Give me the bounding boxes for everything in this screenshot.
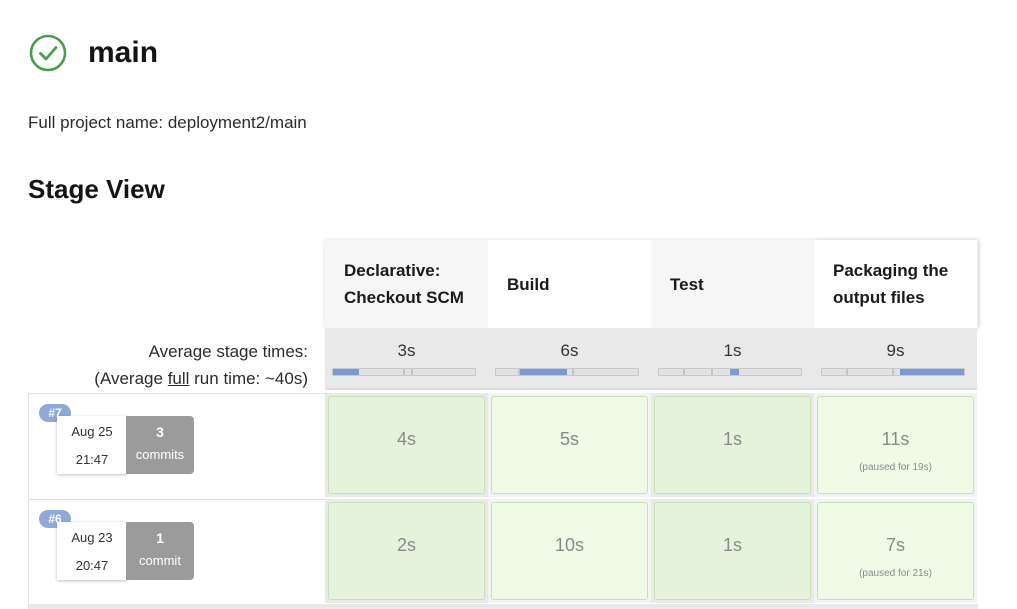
stage-cell[interactable]: 1s: [651, 499, 814, 603]
job-header: main: [28, 32, 158, 74]
avg-cell-packaging: 9s: [814, 328, 977, 390]
stage-cell[interactable]: 2s: [325, 499, 488, 603]
stage-header-checkout[interactable]: Declarative: Checkout SCM: [325, 240, 488, 328]
average-stage-times-label: Average stage times: (Average full run t…: [94, 342, 308, 388]
avg-progress-bar: [332, 368, 476, 376]
stage-cell[interactable]: 10s: [488, 499, 651, 603]
stage-cell[interactable]: 7s (paused for 21s): [814, 499, 977, 603]
build-row-6: #6 Aug 23 20:47 1 commit 2s 10s 1s 7s (pa…: [28, 499, 978, 603]
full-project-name: Full project name: deployment2/main: [28, 113, 307, 132]
stage-cell[interactable]: 4s: [325, 393, 488, 497]
build-info: #6 Aug 23 20:47 1 commit: [28, 499, 325, 603]
paused-note: (paused for 19s): [859, 462, 932, 473]
avg-cell-build: 6s: [488, 328, 651, 390]
build-date: Aug 25 21:47: [57, 416, 127, 474]
stage-header-build[interactable]: Build: [488, 240, 651, 328]
avg-progress-bar: [658, 368, 802, 376]
next-row-edge: [28, 604, 978, 609]
build-date: Aug 23 20:47: [57, 522, 127, 580]
paused-note: (paused for 21s): [859, 568, 932, 579]
page-title: main: [88, 36, 159, 69]
check-circle-icon: [29, 34, 67, 72]
avg-progress-bar: [821, 368, 965, 376]
stage-cell[interactable]: 1s: [651, 393, 814, 497]
stage-header-test[interactable]: Test: [651, 240, 814, 328]
stage-cell[interactable]: 5s: [488, 393, 651, 497]
changeset-button[interactable]: 1 commit: [126, 522, 194, 580]
avg-progress-bar: [495, 368, 639, 376]
build-info: #7 Aug 25 21:47 3 commits: [28, 393, 325, 497]
stage-view-heading: Stage View: [28, 174, 165, 204]
stage-header-packaging[interactable]: Packaging the output files: [814, 240, 977, 328]
full-run-link[interactable]: full: [168, 369, 190, 388]
avg-cell-checkout: 3s: [325, 328, 488, 390]
build-row-7: #7 Aug 25 21:47 3 commits 4s 5s 1s 11s (p…: [28, 393, 978, 497]
stage-cell[interactable]: 11s (paused for 19s): [814, 393, 977, 497]
changeset-button[interactable]: 3 commits: [126, 416, 194, 474]
avg-cell-test: 1s: [651, 328, 814, 390]
stage-view: Declarative: Checkout SCM Build Test Pac…: [28, 240, 978, 609]
